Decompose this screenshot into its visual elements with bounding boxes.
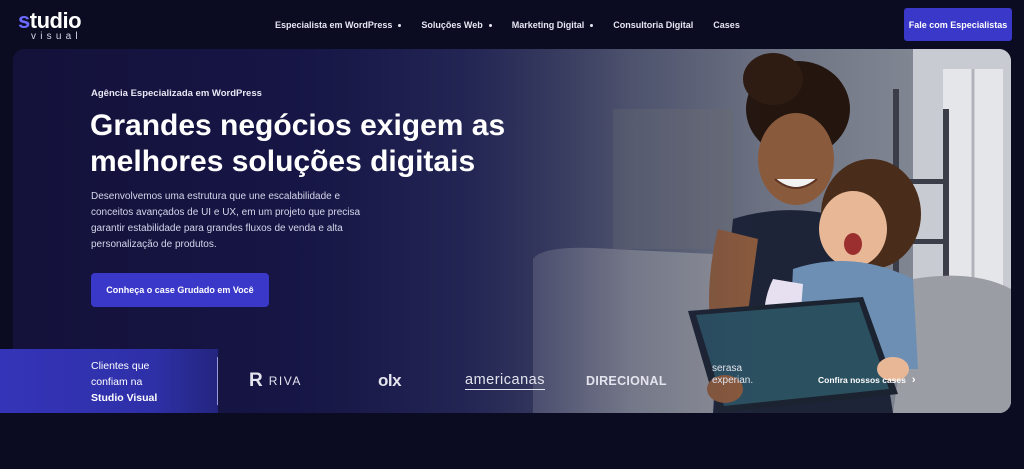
menu-item-label: Marketing Digital	[511, 20, 585, 30]
top-navigation: studio visual Especialista em WordPress …	[0, 0, 1024, 50]
clients-label-brand: Studio Visual	[91, 392, 158, 404]
clients-divider	[217, 357, 218, 405]
clients-label-line2: confiam na	[91, 376, 143, 388]
menu-item-label: Cases	[713, 20, 740, 30]
riva-text: RIVA	[268, 374, 302, 388]
dropdown-dot-icon	[488, 23, 492, 27]
main-menu: Especialista em WordPress Soluções Web M…	[275, 17, 760, 33]
serasa-text: serasa	[712, 363, 743, 374]
hero-eyebrow: Agência Especializada em WordPress	[91, 88, 262, 99]
client-logo-direcional: DIRECIONAL	[586, 374, 667, 388]
client-logo-olx: olx	[378, 371, 402, 390]
experian-text: experian.	[712, 375, 754, 386]
client-logo-riva: R RIVA	[249, 370, 302, 391]
menu-item-solucoes-web[interactable]: Soluções Web	[421, 20, 492, 30]
logo-s-letter: s	[18, 8, 30, 33]
dropdown-dot-icon	[398, 23, 402, 27]
hero-headline: Grandes negócios exigem as melhores solu…	[90, 109, 506, 178]
client-logo-serasa-experian: serasa experian.	[712, 363, 753, 395]
menu-item-label: Consultoria Digital	[613, 20, 694, 30]
menu-item-marketing-digital[interactable]: Marketing Digital	[512, 20, 594, 30]
studio-visual-logo[interactable]: studio visual	[18, 8, 98, 43]
clients-bar: Clientes que confiam na Studio Visual R …	[0, 349, 1011, 413]
logo-text: tudio	[29, 8, 82, 33]
chevron-right-icon: ›	[911, 374, 916, 386]
hero-description: Desenvolvemos uma estrutura que une esca…	[91, 191, 361, 250]
cases-link-label: Confira nossos cases	[818, 375, 906, 385]
fale-com-especialistas-button[interactable]: Fale com Especialistas	[904, 8, 1012, 41]
case-grudado-button[interactable]: Conheça o case Grudado em Você	[91, 273, 269, 307]
menu-item-cases[interactable]: Cases	[713, 20, 740, 30]
menu-item-consultoria-digital[interactable]: Consultoria Digital	[613, 20, 693, 30]
clients-label-line1: Clientes que	[91, 360, 150, 372]
dropdown-dot-icon	[590, 23, 594, 27]
menu-item-especialista-wordpress[interactable]: Especialista em WordPress	[275, 20, 402, 30]
riva-mark: R	[249, 370, 263, 391]
menu-item-label: Soluções Web	[421, 20, 483, 30]
menu-item-label: Especialista em WordPress	[275, 20, 393, 30]
confira-nossos-cases-link[interactable]: Confira nossos cases ›	[818, 373, 916, 387]
logo-wordmark: studio	[18, 8, 82, 33]
clients-label: Clientes que confiam na Studio Visual	[91, 358, 201, 406]
logo-subtitle: visual	[31, 31, 82, 42]
client-logo-americanas: americanas	[465, 371, 545, 390]
